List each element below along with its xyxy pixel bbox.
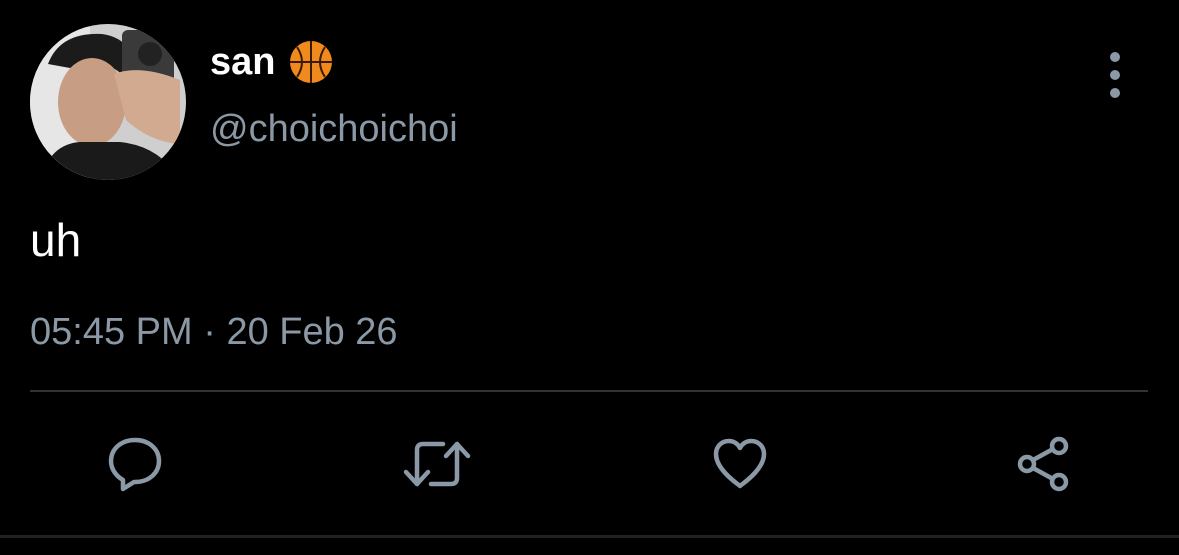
tweet-card: san @choichoichoi uh 05:45 PM · 20 Feb 2…: [0, 0, 1179, 555]
tweet-text: uh: [30, 214, 82, 266]
more-dot-icon: [1110, 88, 1120, 98]
heart-icon: [713, 438, 767, 489]
more-dot-icon: [1110, 52, 1120, 62]
basketball-icon: [287, 38, 335, 86]
comment-icon: [108, 437, 162, 492]
divider: [30, 390, 1148, 392]
display-name-row: san: [210, 40, 335, 84]
reply-button[interactable]: [101, 430, 169, 498]
more-dot-icon: [1110, 70, 1120, 80]
display-name[interactable]: san: [210, 40, 275, 84]
avatar-photo: [30, 24, 186, 180]
like-button[interactable]: [706, 430, 774, 498]
tweet-date: 20 Feb 26: [226, 311, 398, 353]
retweet-icon: [403, 441, 471, 487]
share-icon: [1017, 436, 1069, 492]
meta-separator: ·: [203, 311, 216, 353]
user-handle[interactable]: @choichoichoi: [210, 106, 458, 152]
bottom-divider: [0, 535, 1179, 538]
share-button[interactable]: [1009, 430, 1077, 498]
more-options-button[interactable]: [1096, 52, 1134, 98]
retweet-button[interactable]: [403, 430, 471, 498]
tweet-timestamp: 05:45 PM · 20 Feb 26: [30, 308, 398, 356]
avatar[interactable]: [30, 24, 186, 180]
tweet-time: 05:45 PM: [30, 311, 193, 353]
